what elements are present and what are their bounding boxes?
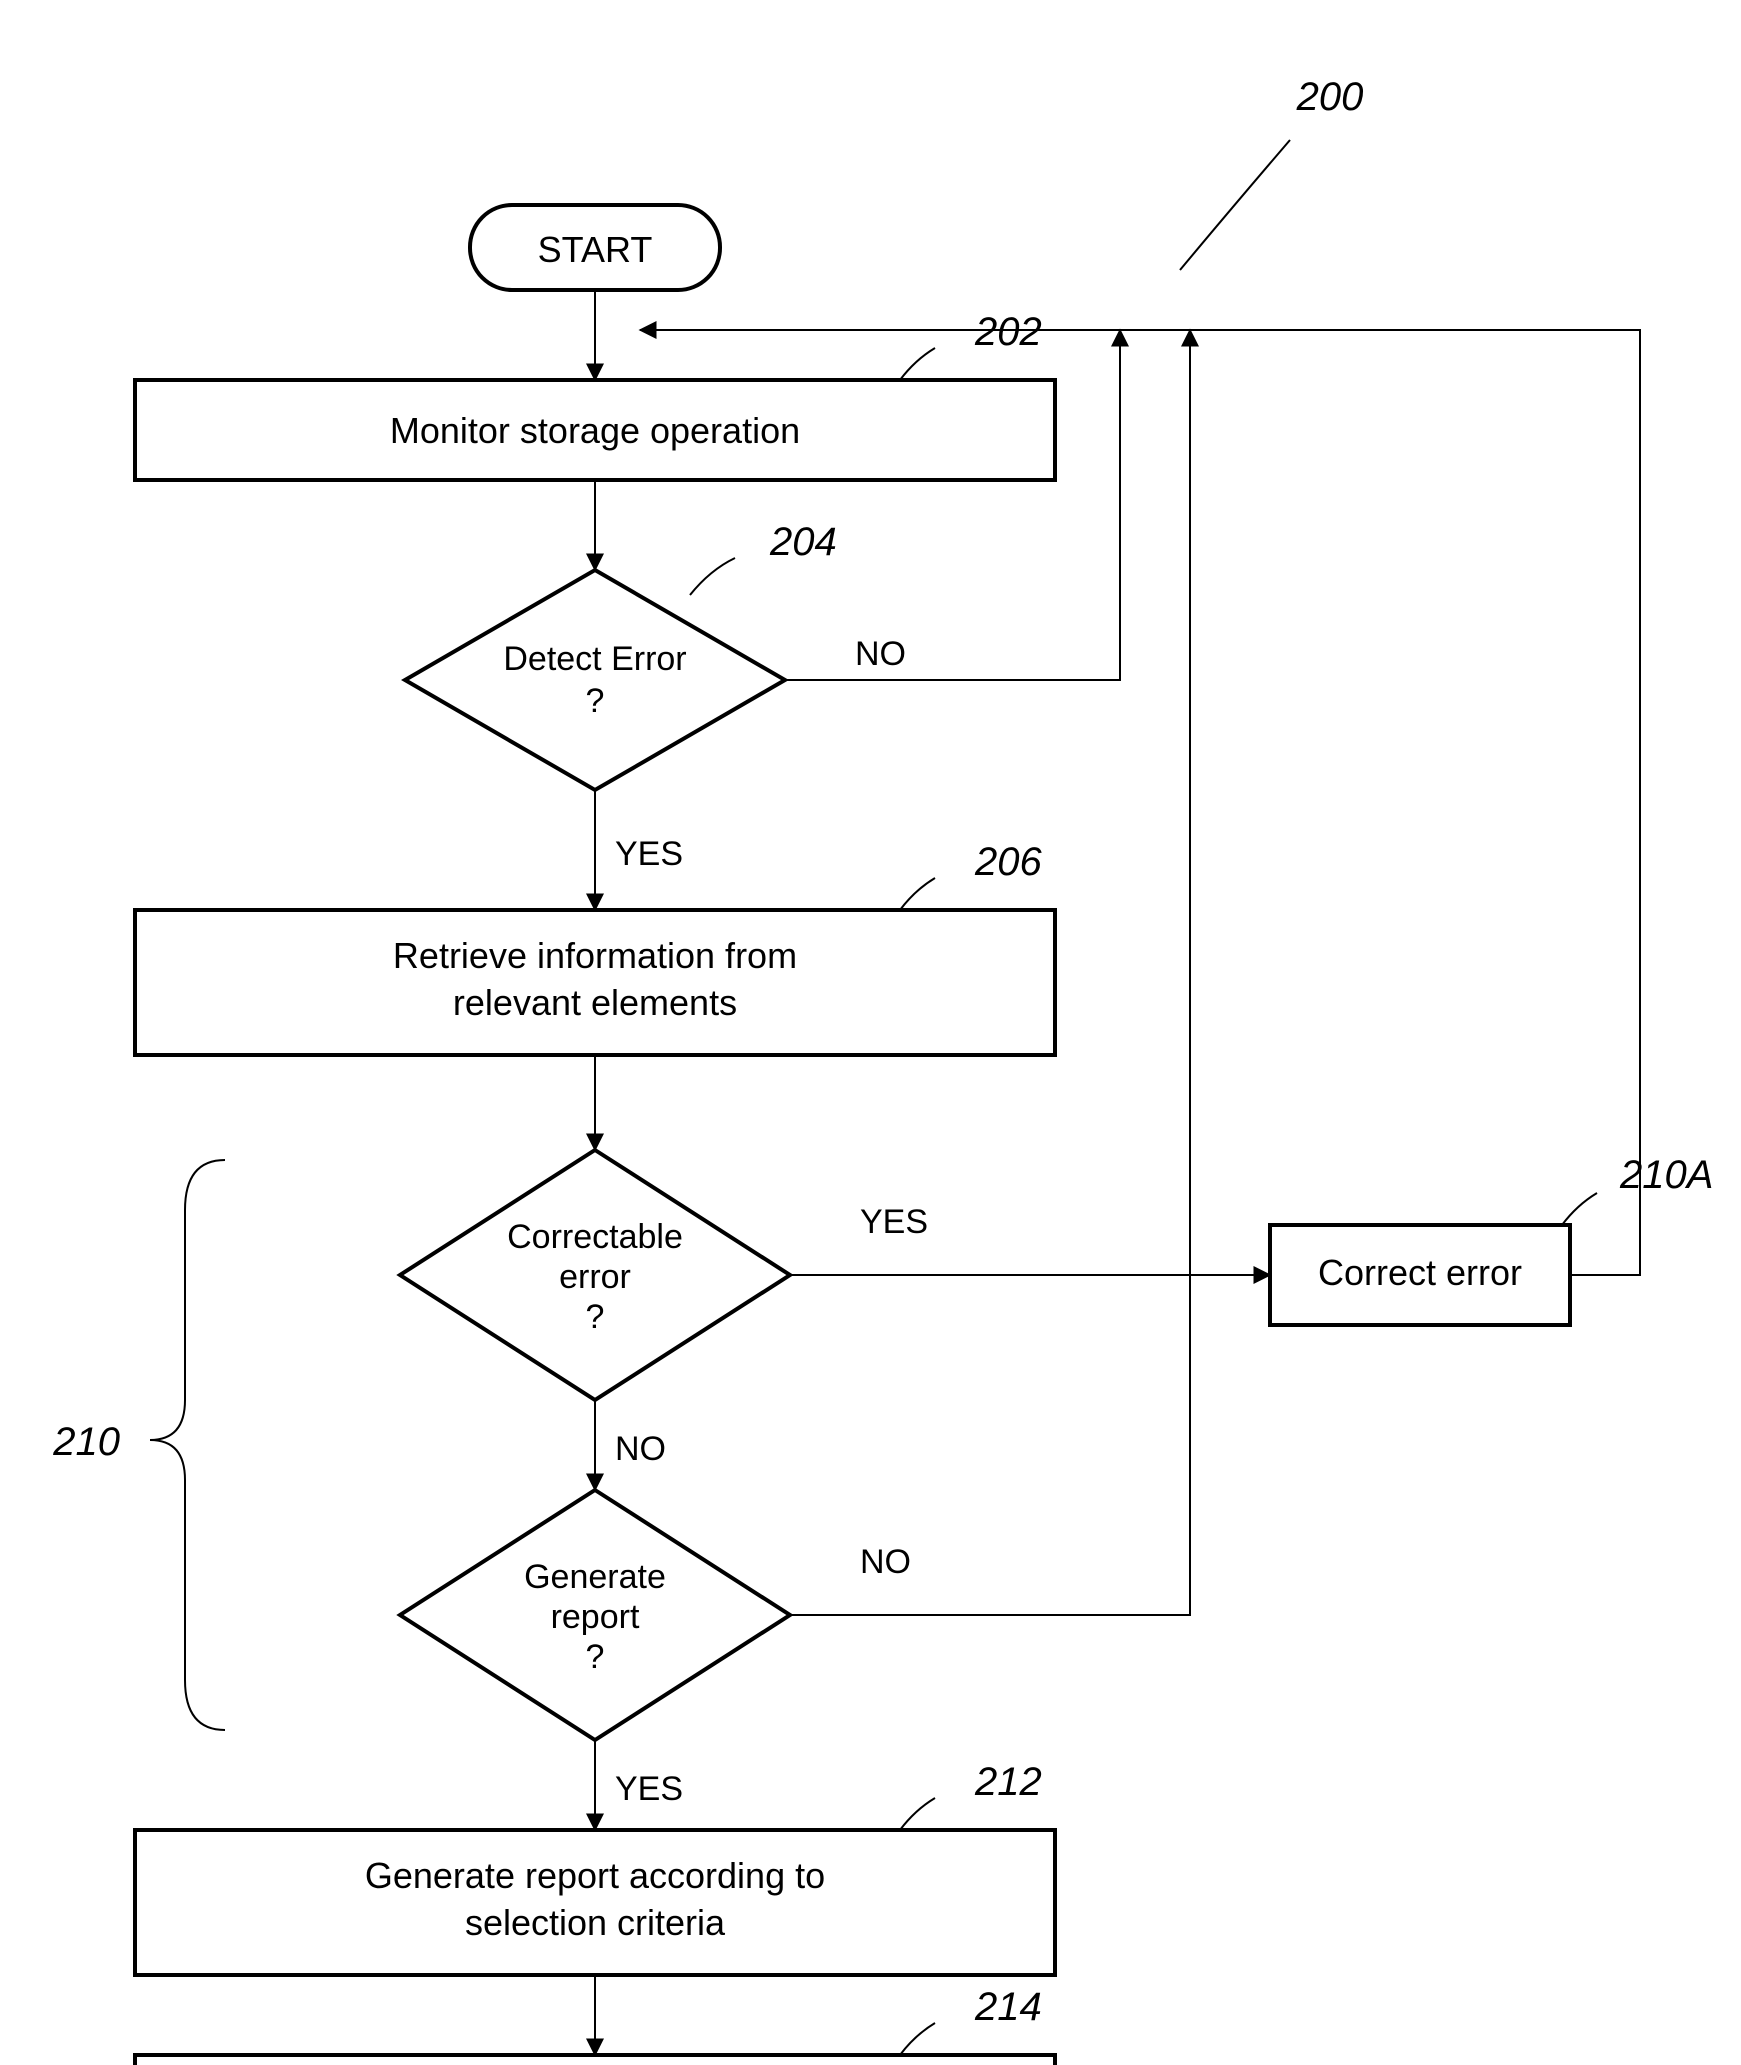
node-210b-line1: Generate: [524, 1558, 666, 1596]
edge-210b-no-label: NO: [860, 1543, 911, 1581]
node-210a-line3: ?: [586, 1298, 605, 1336]
edge-204-no: [785, 330, 1120, 680]
node-212-line1: Generate report according to: [365, 1855, 825, 1896]
node-210b-line3: ?: [586, 1638, 605, 1676]
edge-210b-no: [790, 330, 1190, 1615]
edge-210A-return: [640, 330, 1640, 1275]
group-210-label: 210: [52, 1420, 120, 1464]
ref-206: 206: [974, 840, 1042, 884]
ref-214: 214: [974, 1985, 1042, 2029]
ref-214-leader: [900, 2023, 935, 2055]
node-212-line2: selection criteria: [465, 1902, 726, 1943]
start-label: START: [538, 229, 653, 270]
node-210b-line2: report: [551, 1598, 640, 1636]
ref-204-leader: [690, 558, 735, 595]
node-204-diamond: [405, 570, 785, 790]
edge-204-no-label: NO: [855, 635, 906, 673]
ref-202: 202: [974, 310, 1042, 354]
node-204-line2: ?: [586, 682, 605, 720]
ref-202-leader: [900, 348, 935, 380]
figure-ref-leader: [1180, 140, 1290, 270]
node-206-line1: Retrieve information from: [393, 935, 797, 976]
ref-212: 212: [974, 1760, 1042, 1804]
node-204-line1: Detect Error: [503, 640, 686, 678]
node-202-label: Monitor storage operation: [390, 410, 800, 451]
node-206-line2: relevant elements: [453, 982, 737, 1023]
node-214-box: [135, 2055, 1055, 2065]
ref-210A-leader: [1562, 1193, 1597, 1225]
node-210a-line1: Correctable: [507, 1218, 683, 1256]
ref-210A: 210A: [1619, 1153, 1713, 1197]
ref-206-leader: [900, 878, 935, 910]
edge-210a-yes-label: YES: [860, 1203, 928, 1241]
ref-204: 204: [769, 520, 837, 564]
edge-210a-no-label: NO: [615, 1430, 666, 1468]
group-210-brace: [150, 1160, 225, 1730]
node-210A-label: Correct error: [1318, 1252, 1522, 1293]
ref-212-leader: [900, 1798, 935, 1830]
edge-204-yes-label: YES: [615, 835, 683, 873]
edge-210b-yes-label: YES: [615, 1770, 683, 1808]
node-210a-line2: error: [559, 1258, 631, 1296]
figure-ref-200: 200: [1296, 75, 1364, 119]
